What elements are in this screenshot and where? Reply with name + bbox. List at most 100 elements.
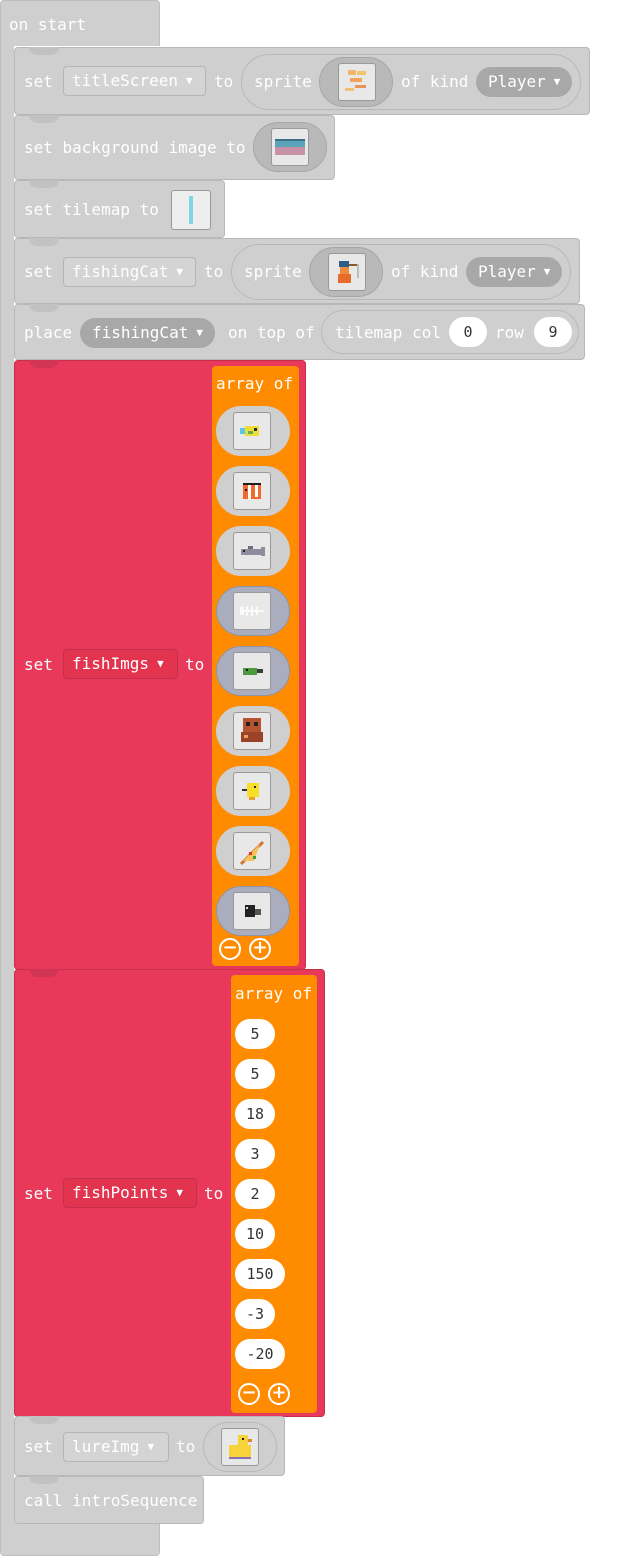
plus-circle-icon[interactable]: +	[268, 1383, 290, 1405]
set-lureimg-block[interactable]: set lureImg ▼ to	[14, 1416, 285, 1476]
to-label: to	[204, 1184, 224, 1203]
to-label: to	[176, 1437, 196, 1456]
chevron-down-icon: ▼	[157, 657, 164, 670]
set-label: set	[24, 72, 53, 91]
chevron-down-icon: ▼	[176, 1186, 183, 1199]
row-input[interactable]: 9	[534, 317, 572, 347]
block-notch	[29, 304, 59, 312]
clownfish-image[interactable]	[233, 472, 271, 510]
tilemap-water-icon	[189, 196, 193, 224]
to-label: to	[185, 655, 205, 674]
kind-dropdown[interactable]: Player ▼	[466, 257, 563, 287]
block-notch	[29, 360, 59, 368]
array-number-input[interactable]: 5	[235, 1019, 275, 1049]
background-image-thumbnail[interactable]	[271, 128, 309, 166]
variable-name: fishPoints	[72, 1183, 169, 1202]
black-bird-icon	[245, 905, 261, 917]
tilemap-thumbnail[interactable]	[171, 190, 211, 230]
chevron-down-icon: ▼	[196, 326, 203, 339]
set-label: set	[24, 1184, 53, 1203]
lure-image-slot[interactable]	[203, 1422, 277, 1472]
yellow-bird-image[interactable]	[233, 772, 271, 810]
octopus-image[interactable]	[233, 712, 271, 750]
minus-circle-icon[interactable]: −	[238, 1383, 260, 1405]
block-notch	[29, 969, 59, 977]
minus-circle-icon[interactable]: −	[219, 938, 241, 960]
background-art-icon	[275, 139, 305, 155]
fishingcat-image-slot[interactable]	[309, 247, 383, 297]
titlescreen-image-slot[interactable]	[319, 57, 393, 107]
kind-dropdown[interactable]: Player ▼	[476, 67, 573, 97]
fishpoints-variable-dropdown[interactable]: fishPoints ▼	[63, 1178, 197, 1208]
array-number-input[interactable]: 3	[235, 1139, 275, 1169]
array-number-input[interactable]: 150	[235, 1259, 285, 1289]
green-fish-image[interactable]	[233, 652, 271, 690]
block-notch	[29, 238, 59, 246]
array-number-input[interactable]: -3	[235, 1299, 275, 1329]
yellow-fish-image[interactable]	[233, 412, 271, 450]
gray-shark-icon	[241, 546, 265, 556]
fishingcat-image-thumbnail[interactable]	[328, 253, 366, 291]
lureimg-variable-dropdown[interactable]: lureImg ▼	[63, 1432, 169, 1462]
pizza-slice-image[interactable]	[233, 832, 271, 870]
block-notch	[29, 1476, 59, 1484]
sprite-label: sprite	[244, 262, 302, 281]
of-kind-label: of kind	[391, 262, 459, 281]
chevron-down-icon: ▼	[176, 265, 183, 278]
set-fishimgs-block[interactable]: set fishImgs ▼ to array of − +	[14, 360, 306, 970]
chevron-down-icon: ▼	[543, 265, 551, 278]
titlescreen-variable-dropdown[interactable]: titleScreen ▼	[63, 66, 206, 96]
set-label: set	[24, 655, 53, 674]
set-label: set	[24, 262, 53, 281]
set-fishingcat-block[interactable]: set fishingCat ▼ to sprite of kind Player…	[14, 238, 580, 304]
to-label: to	[214, 72, 234, 91]
variable-name: fishingCat	[92, 323, 189, 342]
block-notch	[29, 180, 59, 188]
chevron-down-icon: ▼	[185, 74, 193, 87]
black-bird-image[interactable]	[233, 892, 271, 930]
tilemap-label: set tilemap to	[24, 200, 159, 219]
fishimgs-variable-dropdown[interactable]: fishImgs ▼	[63, 649, 178, 679]
set-label: set	[24, 1437, 53, 1456]
array-number-input[interactable]: -20	[235, 1339, 285, 1369]
place-label: place	[24, 323, 73, 342]
col-input[interactable]: 0	[449, 317, 487, 347]
kind-value: Player	[478, 262, 536, 281]
array-number-input[interactable]: 2	[235, 1179, 275, 1209]
place-variable-dropdown[interactable]: fishingCat ▼	[80, 318, 215, 348]
place-on-top-of-block[interactable]: place fishingCat ▼ on top of tilemap col …	[14, 304, 585, 360]
rubber-duck-image[interactable]	[221, 1428, 259, 1466]
octopus-icon	[241, 718, 263, 742]
array-of-label: array of	[235, 984, 313, 1003]
array-number-input[interactable]: 10	[235, 1219, 275, 1249]
block-notch	[29, 115, 59, 123]
background-image-slot[interactable]	[253, 122, 327, 172]
fishimgs-array-block[interactable]: array of − +	[212, 366, 299, 966]
fish-bone-icon	[240, 606, 264, 616]
set-tilemap-block[interactable]: set tilemap to	[14, 180, 225, 238]
set-background-image-block[interactable]: set background image to	[14, 115, 335, 180]
array-number-input[interactable]: 5	[235, 1059, 275, 1089]
of-kind-label: of kind	[401, 72, 469, 91]
row-label: row	[495, 323, 524, 342]
call-label: call introSequence	[24, 1491, 198, 1510]
block-notch	[29, 1416, 59, 1424]
rubber-duck-icon	[229, 1435, 252, 1459]
on-start-label: on start	[9, 15, 87, 34]
title-image-thumbnail[interactable]	[338, 63, 376, 101]
sprite-label: sprite	[254, 72, 312, 91]
green-fish-icon	[243, 668, 263, 675]
tilemap-col-label: tilemap col	[335, 323, 441, 342]
variable-name: fishImgs	[72, 654, 150, 673]
fishpoints-array-block[interactable]: array of 5 5 18 3 2 10 150 -3 -20 − +	[231, 975, 317, 1413]
block-notch	[29, 47, 59, 55]
variable-name: lureImg	[72, 1437, 140, 1456]
fishingcat-variable-dropdown[interactable]: fishingCat ▼	[63, 257, 196, 287]
call-introsequence-block[interactable]: call introSequence	[14, 1476, 204, 1524]
fish-bone-image[interactable]	[233, 592, 271, 630]
set-titlescreen-block[interactable]: set titleScreen ▼ to sprite of kind Playe…	[14, 47, 590, 115]
plus-circle-icon[interactable]: +	[249, 938, 271, 960]
array-number-input[interactable]: 18	[235, 1099, 275, 1129]
gray-shark-image[interactable]	[233, 532, 271, 570]
set-fishpoints-block[interactable]: set fishPoints ▼ to array of 5 5 18 3 2 1…	[14, 969, 325, 1417]
